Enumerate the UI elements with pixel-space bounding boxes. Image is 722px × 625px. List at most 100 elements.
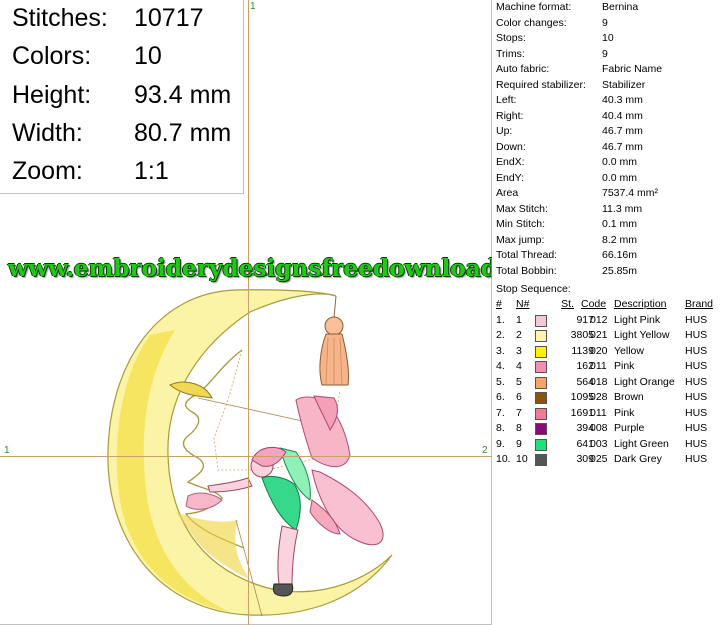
stat-label: Stitches:	[12, 4, 108, 32]
info-key: Required stabilizer:	[496, 78, 586, 91]
info-value: 66.16m	[602, 249, 638, 261]
info-key: Up:	[496, 125, 513, 137]
row-code: 012	[590, 313, 608, 326]
info-key: Max jump:	[496, 233, 545, 246]
design-info-panel: Machine format: Bernina Color changes: 9 S…	[492, 0, 722, 625]
table-row: 8. 8 394 008 Purple HUS	[492, 421, 722, 437]
table-row: 7. 7 1691 011 Pink HUS	[492, 406, 722, 422]
header-description: Description	[614, 298, 667, 310]
info-value: 10	[602, 32, 614, 44]
info-key: Color changes:	[496, 16, 567, 29]
info-trims: Trims: 9	[496, 47, 722, 63]
info-auto-fabric: Auto fabric: Fabric Name	[496, 62, 722, 78]
row-description: Pink	[614, 360, 635, 372]
row-stitches: 1095	[570, 391, 594, 403]
row-needle: 10	[516, 453, 528, 465]
row-needle: 4	[516, 360, 522, 372]
row-description: Light Yellow	[614, 329, 670, 341]
row-needle: 7	[516, 406, 522, 419]
fairy-arm	[207, 477, 253, 493]
info-key: Total Bobbin:	[496, 264, 557, 277]
row-needle: 3	[516, 344, 522, 357]
color-swatch	[535, 345, 547, 358]
stat-label: Height:	[12, 81, 92, 109]
row-code: 020	[590, 344, 608, 357]
row-brand: HUS	[685, 329, 708, 341]
row-stitches: 162	[576, 360, 594, 372]
row-code: 003	[590, 437, 608, 450]
header-num: #	[496, 298, 502, 310]
header-stitches: St.	[561, 298, 574, 310]
row-needle: 1	[516, 313, 522, 326]
row-index: 8.	[496, 422, 505, 434]
row-index: 1.	[496, 313, 505, 326]
row-index: 4.	[496, 360, 505, 372]
fairy-boot	[272, 583, 294, 597]
row-description: Yellow	[614, 344, 644, 357]
info-min-stitch: Min Stitch: 0.1 mm	[496, 217, 722, 233]
row-brand: HUS	[685, 437, 708, 450]
info-value: 9	[602, 16, 608, 29]
stat-value: 1:1	[134, 157, 169, 185]
stat-value: 10717	[134, 4, 204, 32]
table-row: 2. 2 3805 021 Light Yellow HUS	[492, 328, 722, 344]
stat-value: 10	[134, 42, 162, 70]
row-index: 2.	[496, 329, 505, 341]
fairy-wing-lower	[311, 469, 384, 546]
info-key: Stops:	[496, 32, 526, 44]
row-stitches: 1139	[571, 344, 594, 357]
color-swatch	[535, 376, 547, 389]
row-needle: 6	[516, 391, 522, 403]
color-swatch	[535, 407, 547, 420]
row-brand: HUS	[685, 453, 708, 465]
table-row: 5. 5 564 018 Light Orange HUS	[492, 375, 722, 391]
info-key: Min Stitch:	[496, 218, 546, 230]
info-value: 25.85m	[602, 264, 638, 277]
row-needle: 8	[516, 422, 522, 434]
table-row: 3. 3 1139 020 Yellow HUS	[492, 344, 722, 360]
vertical-guide-line	[248, 0, 249, 625]
info-key: Down:	[496, 140, 526, 153]
horizontal-guide-line	[0, 456, 492, 457]
info-value: 0.1 mm	[602, 218, 638, 230]
row-index: 10.	[496, 453, 511, 465]
row-brand: HUS	[685, 422, 708, 434]
info-color-changes: Color changes: 9	[496, 16, 722, 32]
row-brand: HUS	[685, 391, 708, 403]
tassel-knot	[324, 316, 344, 336]
info-value: 46.7 mm	[602, 140, 643, 153]
stat-label: Colors:	[12, 42, 92, 70]
info-right: Right: 40.4 mm	[496, 109, 722, 125]
info-required-stabilizer: Required stabilizer: Stabilizer	[496, 78, 722, 94]
color-swatch	[535, 423, 547, 435]
row-stitches: 641	[576, 437, 594, 450]
fairy-dress	[261, 475, 301, 531]
info-key: Left:	[496, 94, 517, 106]
info-endx: EndX: 0.0 mm	[496, 155, 722, 171]
table-row: 10. 10 309 025 Dark Grey HUS	[492, 452, 722, 468]
table-row: 1. 1 917 012 Light Pink HUS	[492, 313, 722, 329]
row-stitches: 3805	[570, 329, 594, 341]
color-swatch	[535, 454, 547, 466]
info-value: 9	[602, 47, 608, 60]
info-value: Fabric Name	[602, 63, 663, 75]
design-canvas[interactable]: 1 2 1 Stitches: 10717 Colors: 10 Height:…	[0, 0, 492, 625]
color-swatch	[535, 361, 547, 373]
info-key: Max Stitch:	[496, 202, 548, 215]
row-index: 6.	[496, 391, 505, 403]
info-up: Up: 46.7 mm	[496, 124, 722, 140]
info-value: 40.3 mm	[602, 94, 643, 106]
stat-value: 80.7 mm	[134, 119, 232, 147]
row-stitches: 394	[576, 422, 594, 434]
row-index: 5.	[496, 375, 505, 388]
info-stops: Stops: 10	[496, 31, 722, 47]
stat-label: Width:	[12, 119, 83, 147]
row-brand: HUS	[685, 375, 708, 388]
row-needle: 5	[516, 375, 522, 388]
row-description: Brown	[614, 391, 644, 403]
row-code: 021	[590, 329, 608, 341]
header-n: N#	[516, 298, 530, 310]
stop-sequence-label: Stop Sequence:	[496, 283, 571, 295]
info-value: 0.0 mm	[602, 156, 638, 168]
info-total-bobbin: Total Bobbin: 25.85m	[496, 264, 722, 280]
